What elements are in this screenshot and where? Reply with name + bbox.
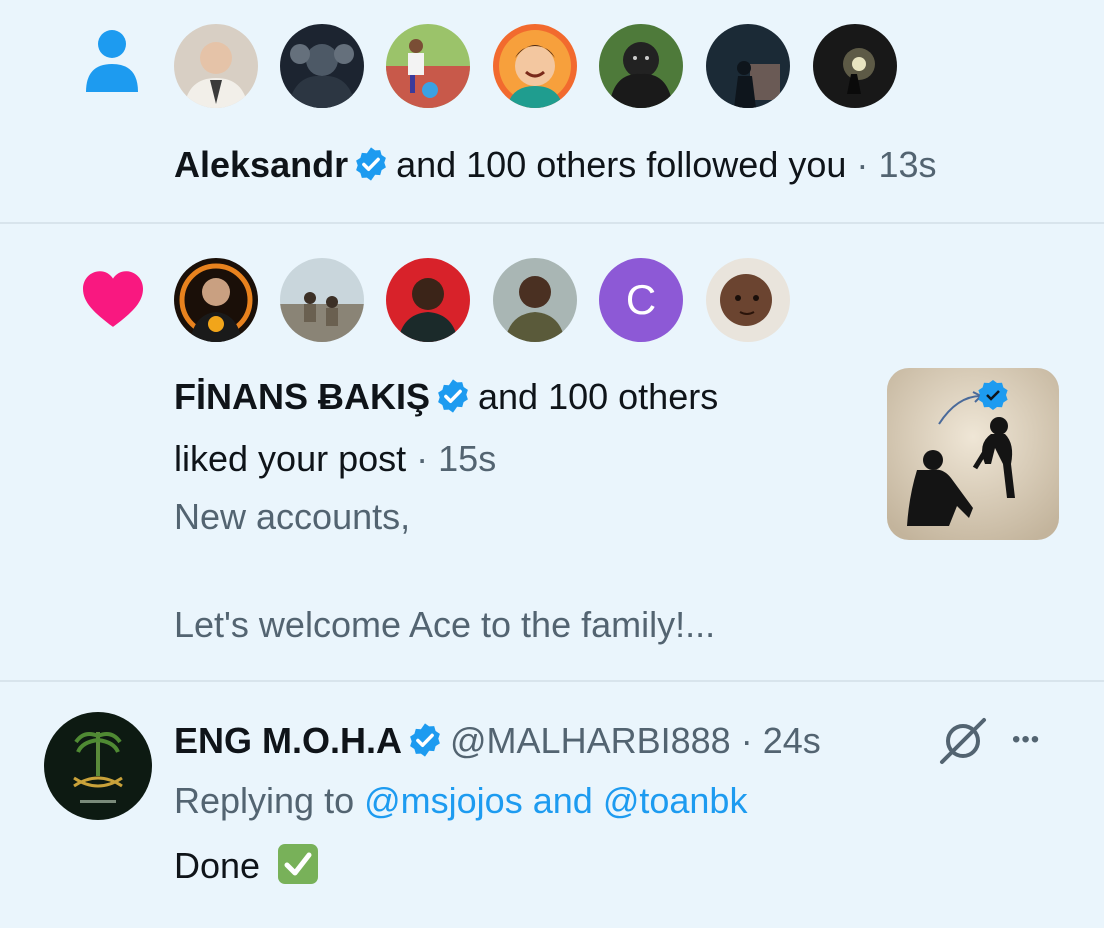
post-thumbnail[interactable] bbox=[887, 368, 1059, 540]
reply-avatar[interactable] bbox=[44, 712, 152, 820]
check-mark-button-icon bbox=[278, 844, 319, 884]
like-notification[interactable]: C FİNANS ɃAKIŞ and 100 others liked your … bbox=[0, 224, 1104, 680]
letter-avatar: C bbox=[625, 276, 657, 323]
post-snippet-line-2: Let's welcome Ace to the family!... bbox=[174, 604, 716, 645]
liker-avatar-3[interactable] bbox=[386, 258, 470, 342]
reply-handle[interactable]: @MALHARBI888 bbox=[450, 720, 731, 761]
separator: · bbox=[416, 438, 429, 479]
liker-avatar-1[interactable] bbox=[174, 258, 258, 342]
timestamp[interactable]: 13s bbox=[878, 144, 936, 185]
reply-display-name[interactable]: ENG M.O.H.A bbox=[174, 720, 402, 761]
separator: · bbox=[740, 720, 753, 761]
liker-avatar-5[interactable]: C bbox=[599, 258, 683, 342]
mention-msjojos[interactable]: @msjojos bbox=[364, 780, 523, 821]
liker-avatar-2[interactable] bbox=[280, 258, 364, 342]
and-word: and bbox=[532, 780, 593, 821]
verified-badge-icon bbox=[438, 379, 468, 413]
like-text-1: and 100 others bbox=[478, 376, 719, 417]
grok-icon[interactable] bbox=[938, 716, 988, 766]
follow-text: and 100 others followed you bbox=[396, 144, 847, 185]
heart-icon bbox=[83, 271, 143, 327]
replying-to-label: Replying to bbox=[174, 780, 355, 821]
post-snippet-line-1: New accounts, bbox=[174, 496, 411, 537]
liker-avatar-4[interactable] bbox=[493, 258, 577, 342]
person-icon bbox=[86, 30, 138, 92]
follower-avatar-2[interactable] bbox=[280, 24, 364, 108]
like-text-2: liked your post bbox=[174, 438, 407, 479]
follower-avatar-6[interactable] bbox=[706, 24, 790, 108]
reply-tweet[interactable]: ENG M.O.H.A @MALHARBI888 · 24s ••• Replyi… bbox=[0, 682, 1104, 928]
follower-avatar-7[interactable] bbox=[813, 24, 897, 108]
follower-avatar-4[interactable] bbox=[493, 24, 577, 108]
follow-notification[interactable]: Aleksandr and 100 others followed you · 1… bbox=[0, 0, 1104, 222]
follower-avatar-3[interactable] bbox=[386, 24, 470, 108]
reply-body: Done bbox=[174, 845, 261, 886]
verified-badge-icon bbox=[356, 147, 386, 181]
more-options-icon[interactable]: ••• bbox=[1012, 726, 1040, 754]
mention-toanbk[interactable]: @toanbk bbox=[603, 780, 748, 821]
follower-name[interactable]: Aleksandr bbox=[174, 144, 348, 185]
timestamp[interactable]: 15s bbox=[438, 438, 496, 479]
follower-avatar-5[interactable] bbox=[599, 24, 683, 108]
liker-name[interactable]: FİNANS ɃAKIŞ bbox=[174, 376, 430, 417]
separator: · bbox=[856, 144, 869, 185]
verified-badge-icon bbox=[410, 723, 440, 757]
follower-avatar-1[interactable] bbox=[174, 24, 258, 108]
timestamp[interactable]: 24s bbox=[763, 720, 821, 761]
liker-avatar-6[interactable] bbox=[706, 258, 790, 342]
